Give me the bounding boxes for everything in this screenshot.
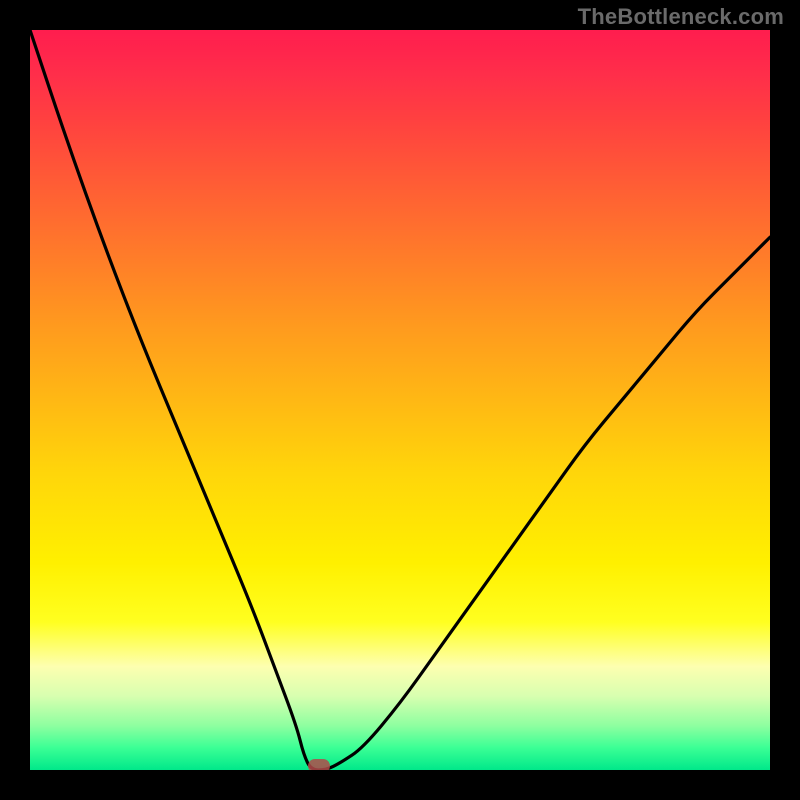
bottleneck-curve: [30, 30, 770, 770]
plot-area: [30, 30, 770, 770]
watermark-text: TheBottleneck.com: [578, 4, 784, 30]
curve-svg: [30, 30, 770, 770]
minimum-marker: [308, 759, 330, 770]
chart-frame: TheBottleneck.com: [0, 0, 800, 800]
